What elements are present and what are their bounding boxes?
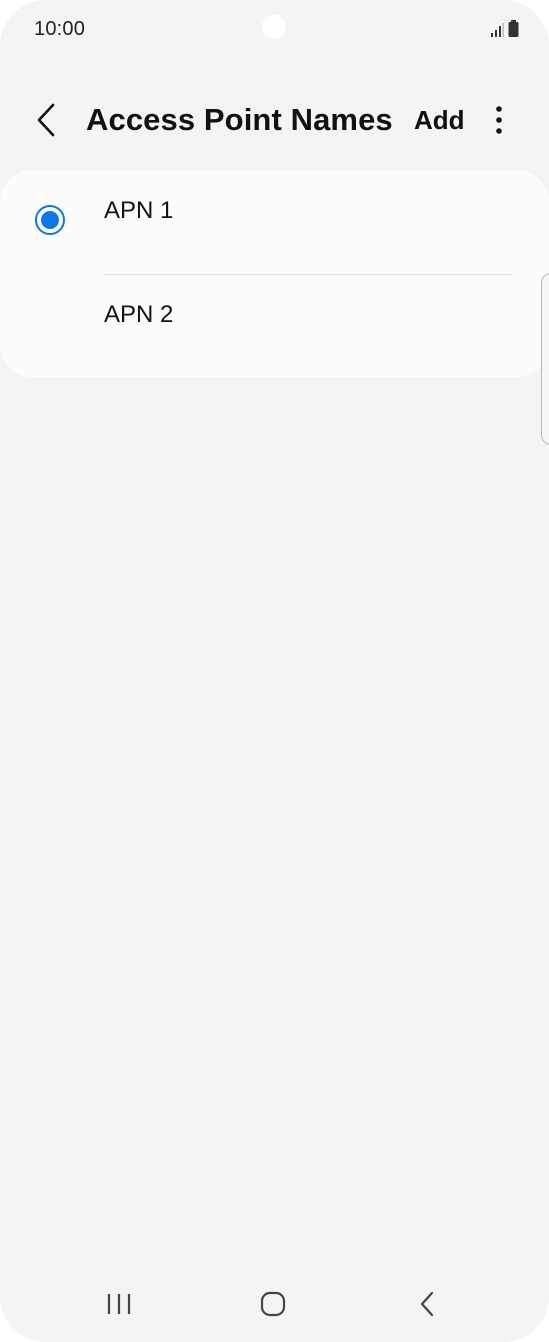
home-button[interactable] [243, 1270, 303, 1342]
back-nav-button[interactable] [397, 1270, 457, 1342]
apn-label: APN 1 [104, 197, 174, 224]
apn-list: APN 1 APN 2 [0, 170, 549, 377]
battery-icon [508, 20, 519, 42]
apn-label: APN 2 [104, 301, 174, 328]
status-time: 10:00 [34, 18, 86, 40]
phone-screen: 10:00 Access Point Names Add APN 1 APN 2 [0, 0, 549, 1342]
status-icons [490, 20, 519, 42]
home-icon [259, 1290, 287, 1323]
back-arrow-icon [35, 103, 57, 142]
signal-icon [490, 23, 504, 42]
apn-radio-selected[interactable] [35, 205, 65, 235]
status-bar: 10:00 [0, 0, 549, 60]
apn-list-item-1[interactable]: APN 1 [0, 170, 549, 274]
recent-apps-icon [106, 1292, 132, 1321]
navigation-bar [0, 1270, 549, 1342]
apn-list-item-2[interactable]: APN 2 [0, 274, 549, 377]
more-options-button[interactable] [482, 102, 516, 142]
recent-apps-button[interactable] [89, 1270, 149, 1342]
back-icon [418, 1290, 436, 1323]
page-title: Access Point Names [86, 102, 393, 137]
app-bar: Access Point Names Add [0, 88, 549, 156]
camera-cutout [262, 15, 286, 39]
more-options-icon [495, 105, 503, 140]
back-button[interactable] [26, 102, 66, 142]
scroll-handle[interactable] [541, 273, 549, 445]
radio-dot [41, 211, 59, 229]
add-button[interactable]: Add [410, 105, 469, 136]
